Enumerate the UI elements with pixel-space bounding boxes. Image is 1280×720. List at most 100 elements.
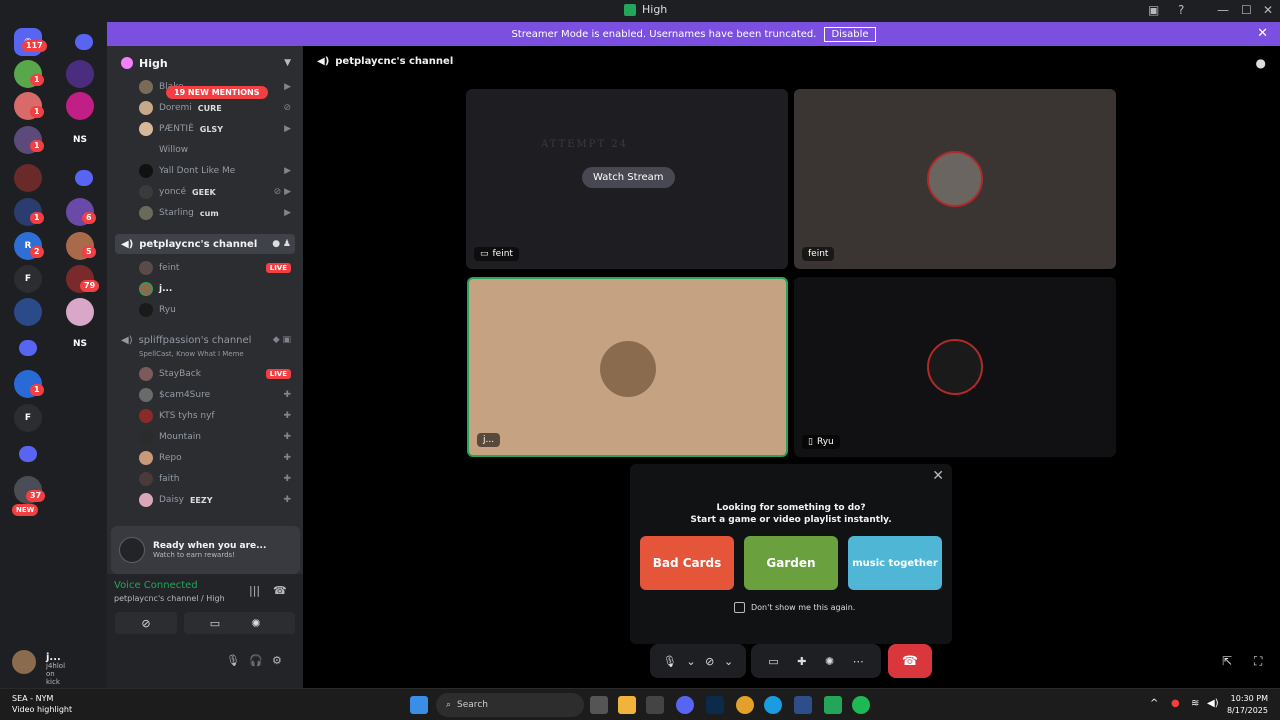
voice-member[interactable]: Starling cum (139, 204, 219, 222)
activity-card-garden[interactable]: Garden (744, 536, 838, 590)
minimize-icon[interactable]: — (1217, 3, 1229, 17)
disable-streamer-mode-button[interactable]: Disable (824, 26, 876, 42)
taskbar-clock[interactable]: 10:30 PM 8/17/2025 (1227, 693, 1268, 717)
title-bar: High ▣ ? — ☐ ✕ (0, 0, 1280, 22)
voice-member[interactable]: KTS tyhs nyf (139, 407, 215, 425)
user-avatar[interactable] (12, 650, 36, 674)
close-window-icon[interactable]: ✕ (1263, 3, 1273, 17)
chat-bubble-icon[interactable]: ● (1256, 56, 1266, 70)
folder-icon-4[interactable] (19, 446, 37, 462)
tray-chevron-icon[interactable]: ^ (1150, 698, 1158, 709)
edge-icon[interactable] (764, 696, 782, 714)
server-crystal[interactable] (14, 298, 42, 326)
voice-member[interactable]: faith (139, 470, 179, 488)
voice-channel[interactable]: ◀) spliffpassion's channel (115, 330, 295, 350)
chrome-icon[interactable] (736, 696, 754, 714)
avatar (139, 185, 153, 199)
microphone-icon[interactable]: 🎙 (663, 655, 677, 668)
voice-member[interactable]: Repo (139, 449, 182, 467)
voice-member[interactable]: PÆNTIÈ GLSY (139, 120, 223, 138)
voice-member[interactable]: Daisy EEZY (139, 491, 213, 509)
file-explorer-icon[interactable] (618, 696, 636, 714)
voice-member[interactable]: yoncé GEEK (139, 183, 216, 201)
stream-tile[interactable]: ATTEMPT 24 Watch Stream ▭ feint (466, 89, 788, 269)
member-name: Doremi (159, 103, 192, 113)
participant-tile[interactable]: ▯ Ryu (794, 277, 1116, 457)
folder-icon[interactable] (75, 34, 93, 50)
rewards-promo[interactable]: Ready when you are... Watch to earn rewa… (111, 526, 300, 574)
headphones-icon[interactable]: 🎧 (249, 654, 263, 667)
help-icon[interactable]: ? (1178, 3, 1184, 17)
chat-icon[interactable]: ● ♟ (272, 239, 291, 249)
dont-show-again[interactable]: Don't show me this again. (734, 602, 855, 613)
server-ns-3[interactable]: NS (66, 330, 94, 358)
close-icon[interactable]: ✕ (932, 468, 944, 484)
gear-icon[interactable]: ⚙ (272, 654, 282, 667)
tray-mic-icon[interactable]: ● (1171, 698, 1180, 709)
server-demon[interactable] (14, 164, 42, 192)
server-pink[interactable] (66, 298, 94, 326)
taskbar-widget[interactable]: SEA - NYM Video highlight (12, 693, 72, 715)
voice-channel-path[interactable]: petplaycnc's channel / High (114, 594, 225, 603)
voice-member[interactable]: Mountain (139, 428, 201, 446)
voice-member[interactable]: Ryu (139, 301, 176, 319)
activity-card-music-together[interactable]: music together (848, 536, 942, 590)
maximize-icon[interactable]: ☐ (1241, 3, 1252, 17)
new-mentions-pill[interactable]: 19 NEW MENTIONS (166, 86, 268, 99)
activities-icon[interactable]: ✚ (797, 655, 806, 668)
voice-channel-active[interactable]: ◀) petplaycnc's channel (115, 234, 295, 254)
camera-off-icon[interactable]: ⊘ (705, 655, 714, 668)
voice-member[interactable]: StayBack (139, 365, 201, 383)
more-options-icon[interactable]: ⋯ (853, 655, 864, 668)
chevron-down-icon[interactable]: ▼ (284, 58, 291, 68)
screen-share-icon[interactable]: ▭ (768, 655, 778, 668)
soundboard-button[interactable]: ✺ (222, 612, 290, 634)
streamer-mode-banner: Streamer Mode is enabled. Usernames have… (107, 22, 1280, 46)
wifi-icon[interactable]: ≋ (1191, 698, 1199, 709)
activity-card-bad-cards[interactable]: Bad Cards (640, 536, 734, 590)
voice-status[interactable]: Voice Connected (114, 580, 198, 591)
server-f[interactable]: F (14, 265, 42, 293)
store-icon[interactable] (646, 696, 664, 714)
camera-off-button[interactable]: ⊘ (115, 612, 177, 634)
popout-icon[interactable]: ⇱ (1222, 654, 1232, 668)
disconnect-call-button[interactable]: ☎ (888, 644, 932, 678)
voice-member-speaking[interactable]: j... (139, 280, 172, 298)
participant-avatar (600, 341, 656, 397)
volume-icon[interactable]: ◀) (1207, 698, 1219, 709)
folder-icon-2[interactable] (75, 170, 93, 186)
guild-header[interactable]: High ▼ (107, 54, 303, 72)
discord-taskbar-icon[interactable] (676, 696, 694, 714)
voice-member[interactable]: Yall Dont Like Me (139, 162, 235, 180)
server-c[interactable] (66, 92, 94, 120)
photoshop-icon[interactable] (706, 696, 724, 714)
spotify-icon[interactable] (852, 696, 870, 714)
start-icon[interactable] (410, 696, 428, 714)
dont-show-checkbox[interactable] (734, 602, 745, 613)
server-ns[interactable]: NS (66, 126, 94, 154)
camera-options-chevron-icon[interactable]: ⌄ (724, 655, 733, 668)
watch-stream-button[interactable]: Watch Stream (582, 167, 675, 188)
soundboard-icon[interactable]: ✺ (825, 655, 834, 668)
server-ns-purple[interactable] (66, 60, 94, 88)
close-banner-icon[interactable]: ✕ (1257, 26, 1268, 41)
voice-member[interactable]: feint (139, 259, 179, 277)
taskbar-search[interactable]: ⌕ Search (436, 693, 584, 717)
participant-tile-speaking[interactable]: j... (467, 277, 788, 457)
inbox-icon[interactable]: ▣ (1148, 3, 1159, 17)
microphone-icon[interactable]: 🎙 (226, 654, 240, 667)
fullscreen-icon[interactable]: ⛶ (1254, 654, 1262, 669)
app-green-icon[interactable] (824, 696, 842, 714)
member-name: PÆNTIÈ (159, 124, 194, 134)
voice-member[interactable]: $cam4Sure (139, 386, 210, 404)
participant-tile[interactable]: feint (794, 89, 1116, 269)
voice-member[interactable]: Willow (139, 141, 188, 159)
mic-options-chevron-icon[interactable]: ⌄ (686, 655, 695, 668)
server-f-2[interactable]: F (14, 404, 42, 432)
folder-icon-3[interactable] (19, 340, 37, 356)
disconnect-icon[interactable]: ☎ (273, 584, 287, 597)
voice-member[interactable]: Doremi CURE (139, 99, 222, 117)
task-view-icon[interactable] (590, 696, 608, 714)
app-icon[interactable] (794, 696, 812, 714)
signal-icon[interactable]: ||| (249, 584, 260, 597)
